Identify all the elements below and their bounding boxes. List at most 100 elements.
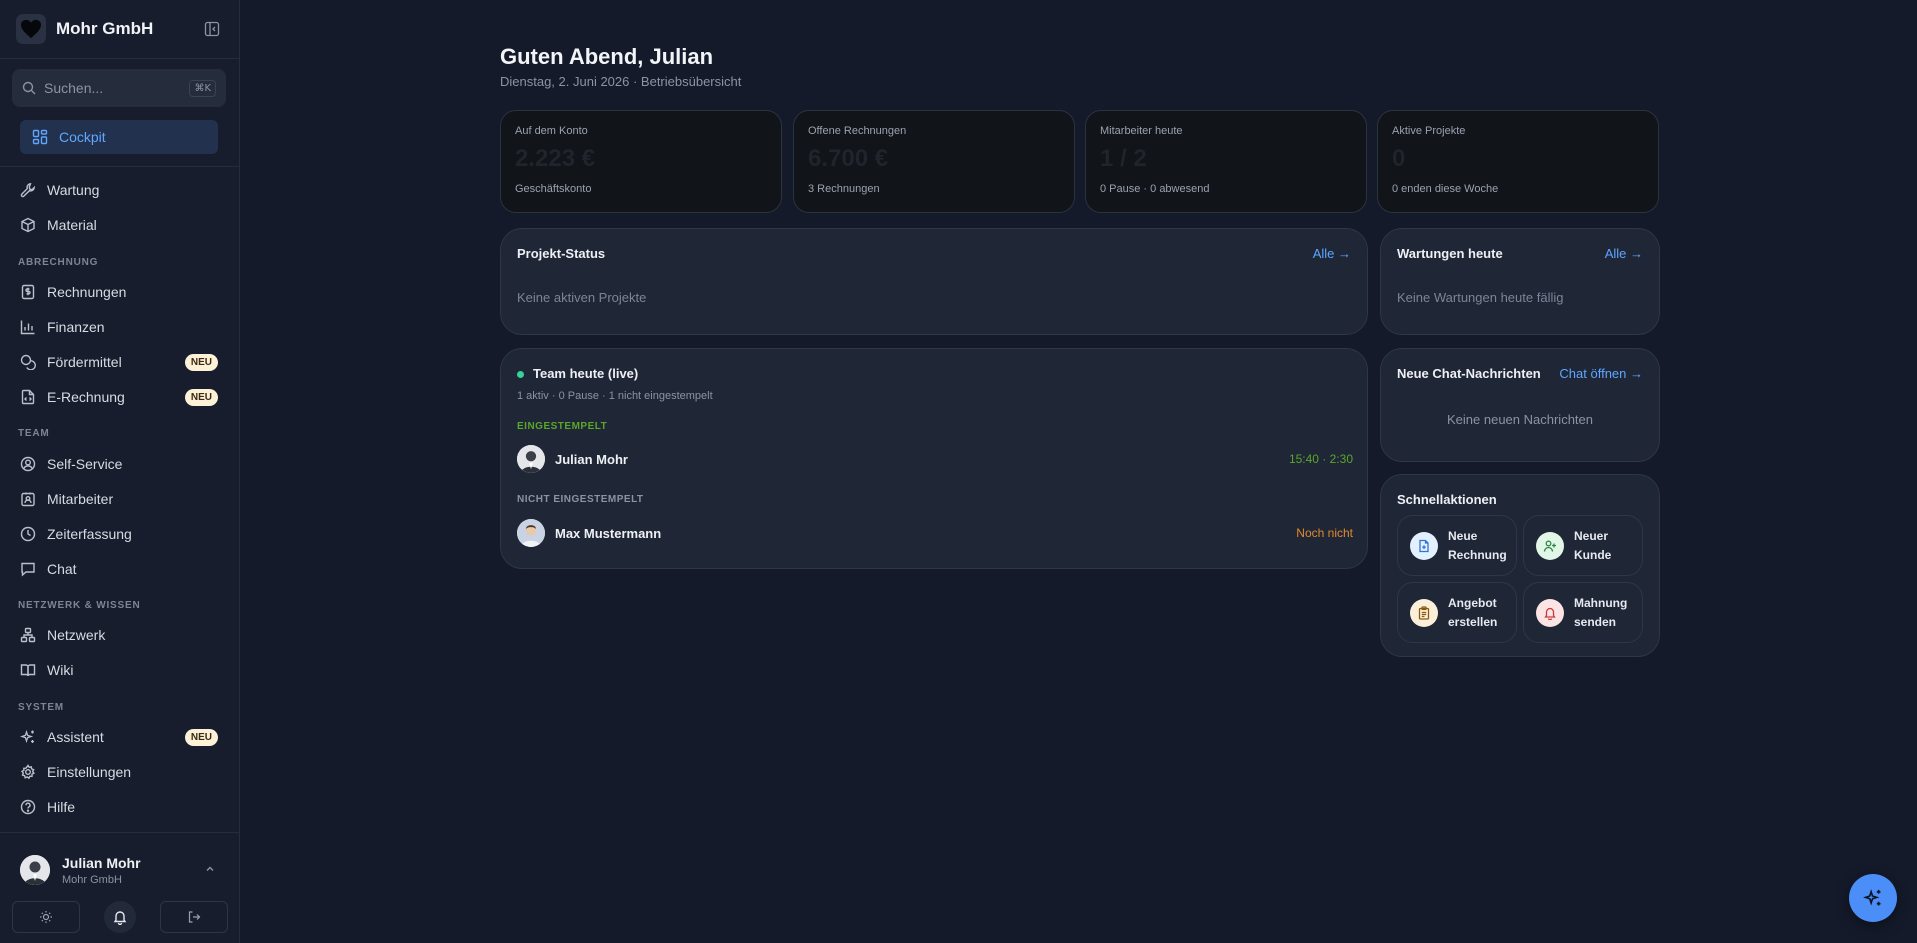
- quick-action-label: Mahnung senden: [1574, 595, 1628, 629]
- search-box[interactable]: ⌘K: [12, 69, 226, 107]
- sidebar-item-label: Cockpit: [59, 129, 106, 145]
- team-summary: 1 aktiv · 0 Pause · 1 nicht eingestempel…: [517, 390, 713, 402]
- avatar: [20, 855, 50, 885]
- chevron-up-icon[interactable]: [204, 863, 216, 875]
- sidebar-item-material[interactable]: Material: [12, 210, 224, 240]
- book-icon: [20, 662, 36, 678]
- quick-action-label: Neuer Kunde: [1574, 528, 1612, 562]
- sparkles-icon: [1863, 888, 1883, 908]
- sidebar-item-zeiterfassung[interactable]: Zeiterfassung: [12, 519, 224, 549]
- sidebar-item-label: Finanzen: [47, 319, 105, 335]
- brand[interactable]: Mohr GmbH: [16, 14, 224, 44]
- card-title: Team heute (live): [533, 366, 639, 381]
- search-icon: [22, 81, 36, 95]
- live-indicator: [517, 371, 524, 378]
- member-name: Max Mustermann: [555, 525, 662, 541]
- card-title: Wartungen heute: [1397, 246, 1503, 261]
- stat-sub: Geschäftskonto: [515, 183, 592, 195]
- new-customer-button[interactable]: Neuer Kunde: [1523, 515, 1643, 576]
- notifications-button[interactable]: [104, 901, 136, 933]
- user-circle-icon: [20, 456, 36, 472]
- sidebar-item-mitarbeiter[interactable]: Mitarbeiter: [12, 484, 224, 514]
- team-member-row[interactable]: Max Mustermann Noch nicht: [517, 519, 1353, 547]
- sidebar-item-label: Wartung: [47, 182, 100, 198]
- new-badge: NEU: [184, 388, 218, 406]
- sidebar-item-foerdermittel[interactable]: Fördermittel NEU: [12, 347, 224, 377]
- stat-value: 6.700 €: [808, 145, 889, 172]
- member-status: Noch nicht: [1296, 526, 1353, 540]
- create-offer-button[interactable]: Angebot erstellen: [1397, 582, 1517, 643]
- stat-label: Offene Rechnungen: [808, 125, 907, 137]
- sidebar-item-self-service[interactable]: Self-Service: [12, 449, 224, 479]
- divider: [0, 166, 240, 167]
- logout-button[interactable]: [160, 901, 228, 933]
- member-name: Julian Mohr: [555, 451, 628, 467]
- chart-icon: [20, 319, 36, 335]
- sidebar-item-finanzen[interactable]: Finanzen: [12, 312, 224, 342]
- user-menu[interactable]: Julian Mohr Mohr GmbH: [20, 850, 224, 890]
- sidebar-collapse-icon[interactable]: [204, 21, 220, 37]
- empty-state: Keine aktiven Projekte: [517, 290, 647, 305]
- file-plus-icon: [1410, 531, 1438, 560]
- avatar: [517, 445, 545, 473]
- team-member-row[interactable]: Julian Mohr 15:40 · 2:30: [517, 445, 1353, 473]
- sidebar-item-wiki[interactable]: Wiki: [12, 655, 224, 685]
- sidebar-item-rechnungen[interactable]: Rechnungen: [12, 277, 224, 307]
- stat-card-konto[interactable]: Auf dem Konto 2.223 € Geschäftskonto: [500, 110, 782, 213]
- sidebar-item-label: Rechnungen: [47, 284, 127, 300]
- sidebar-item-netzwerk[interactable]: Netzwerk: [12, 620, 224, 650]
- card-title: Schnellaktionen: [1397, 492, 1497, 507]
- box-icon: [20, 217, 36, 233]
- sidebar-item-label: Netzwerk: [47, 627, 106, 643]
- send-reminder-button[interactable]: Mahnung senden: [1523, 582, 1643, 643]
- empty-state: Keine Wartungen heute fällig: [1397, 290, 1564, 305]
- sidebar-item-label: Mitarbeiter: [47, 491, 114, 507]
- sun-icon: [39, 910, 53, 924]
- gear-icon: [20, 764, 36, 780]
- section-label-netzwerk: NETZWERK & WISSEN: [18, 600, 141, 611]
- sidebar-item-label: Hilfe: [47, 799, 76, 815]
- sidebar-item-wartung[interactable]: Wartung: [12, 175, 224, 205]
- sidebar-item-chat[interactable]: Chat: [12, 554, 224, 584]
- sidebar-item-label: Self-Service: [47, 456, 123, 472]
- quick-action-label: Angebot erstellen: [1448, 595, 1498, 629]
- stat-value: 2.223 €: [515, 145, 596, 172]
- e-invoice-icon: [20, 389, 36, 405]
- bell-icon: [1536, 598, 1564, 627]
- clipboard-icon: [1410, 598, 1438, 627]
- logout-icon: [187, 910, 201, 924]
- page-subtitle: Dienstag, 2. Juni 2026 · Betriebsübersic…: [500, 74, 742, 89]
- sidebar-item-e-rechnung[interactable]: E-Rechnung NEU: [12, 382, 224, 412]
- maintenance-card: Wartungen heute Alle → Keine Wartungen h…: [1380, 228, 1660, 335]
- network-icon: [20, 627, 36, 643]
- stat-card-rechnungen[interactable]: Offene Rechnungen 6.700 € 3 Rechnungen: [793, 110, 1075, 213]
- sidebar-item-cockpit[interactable]: Cockpit: [20, 120, 218, 154]
- sidebar-item-label: Material: [47, 217, 97, 233]
- chat-open-link[interactable]: Chat öffnen →: [1559, 366, 1643, 381]
- stat-card-mitarbeiter[interactable]: Mitarbeiter heute 1 / 2 0 Pause · 0 abwe…: [1085, 110, 1367, 213]
- user-plus-icon: [1536, 531, 1564, 560]
- theme-toggle-button[interactable]: [12, 901, 80, 933]
- stat-card-projekte[interactable]: Aktive Projekte 0 0 enden diese Woche: [1377, 110, 1659, 213]
- search-input[interactable]: [44, 80, 174, 96]
- sparkles-icon: [20, 729, 36, 745]
- user-company: Mohr GmbH: [62, 873, 122, 886]
- stat-sub: 0 enden diese Woche: [1392, 183, 1499, 195]
- divider: [0, 58, 240, 59]
- user-name: Julian Mohr: [62, 854, 141, 871]
- stat-value: 0: [1392, 145, 1406, 172]
- sidebar-item-assistent[interactable]: Assistent NEU: [12, 722, 224, 752]
- dashboard-icon: [32, 129, 48, 145]
- clock-icon: [20, 526, 36, 542]
- card-title: Projekt-Status: [517, 246, 606, 261]
- stat-label: Auf dem Konto: [515, 125, 588, 137]
- sidebar-item-hilfe[interactable]: Hilfe: [12, 792, 224, 822]
- new-invoice-button[interactable]: Neue Rechnung: [1397, 515, 1517, 576]
- maintenance-all-link[interactable]: Alle →: [1605, 246, 1643, 261]
- projects-all-link[interactable]: Alle →: [1313, 246, 1351, 261]
- sidebar-item-einstellungen[interactable]: Einstellungen: [12, 757, 224, 787]
- brand-name: Mohr GmbH: [56, 19, 154, 38]
- assistant-fab-button[interactable]: [1849, 874, 1897, 922]
- team-card: Team heute (live) 1 aktiv · 0 Pause · 1 …: [500, 348, 1368, 569]
- bell-icon: [112, 909, 128, 925]
